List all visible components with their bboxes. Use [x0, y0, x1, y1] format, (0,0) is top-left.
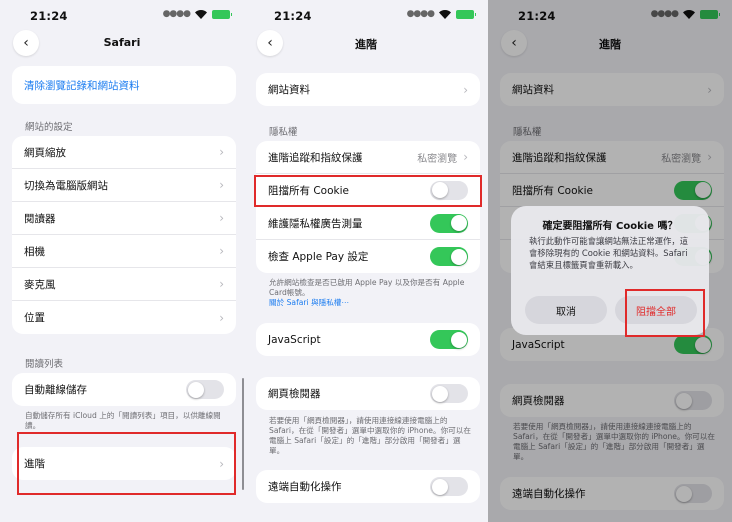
- row-label: 進階追蹤和指紋保護: [268, 151, 363, 164]
- website-setting-row[interactable]: 閱讀器 ›: [12, 202, 236, 235]
- safari-settings-screen: 21:24 ●●●● ‹ Safari 清除瀏覽記錄和網站資料 網站的設定 網頁…: [0, 0, 244, 522]
- row-label: 網頁檢閱器: [268, 388, 321, 400]
- website-setting-row[interactable]: 相機 ›: [12, 235, 236, 268]
- row-label: 網站資料: [268, 84, 310, 96]
- row-label: 切換為電腦版網站: [24, 179, 108, 192]
- page-title: Safari: [103, 36, 141, 49]
- battery-icon: [212, 9, 232, 19]
- row-label: 檢查 Apple Pay 設定: [268, 251, 369, 263]
- clear-history-card: 清除瀏覽記錄和網站資料: [12, 66, 236, 104]
- web-inspector-row: 網頁檢閱器: [256, 377, 480, 410]
- chevron-right-icon: ›: [219, 310, 224, 325]
- javascript-row: JavaScript: [256, 323, 480, 356]
- advanced-settings-screen: 21:24 ●●●● ‹ 進階 網站資料 › 隱私權 進階追蹤和指紋保護 私密瀏覽…: [244, 0, 488, 522]
- reading-list-card: 自動離線儲存: [12, 373, 236, 406]
- chevron-right-icon: ›: [219, 145, 224, 159]
- section-header-privacy: 隱私權: [269, 127, 298, 138]
- chevron-right-icon: ›: [219, 178, 224, 192]
- section-header-reading: 閱讀列表: [25, 359, 64, 370]
- web-inspector-toggle[interactable]: [430, 384, 468, 403]
- inspector-note: 若要使用「網頁檢閱器」，請使用連接線連接電腦上的 Safari，在從「開發者」選…: [269, 416, 471, 455]
- tracking-protection-row[interactable]: 進階追蹤和指紋保護 私密瀏覽 ›: [256, 141, 480, 174]
- ad-measurement-row: 維護隱私權廣告測量: [256, 207, 480, 240]
- row-label: 閱讀器: [24, 212, 56, 225]
- website-setting-row[interactable]: 網頁縮放 ›: [12, 136, 236, 169]
- clear-history-button[interactable]: 清除瀏覽記錄和網站資料: [12, 66, 236, 104]
- offline-save-row: 自動離線儲存: [12, 373, 236, 406]
- alert-message: 執行此動作可能會讓網站無法正常運作，這會移除現有的 Cookie 和網站資料。S…: [529, 236, 689, 270]
- row-label: 相機: [24, 245, 45, 258]
- row-label: 位置: [24, 312, 45, 324]
- remote-automation-card: 遠端自動化操作: [256, 470, 480, 503]
- web-inspector-card: 網頁檢閱器: [256, 377, 480, 410]
- tracking-value: 私密瀏覽: [417, 153, 458, 165]
- javascript-card: JavaScript: [256, 323, 480, 356]
- ad-measurement-toggle[interactable]: [430, 213, 468, 233]
- block-cookies-alert-screen: 21:24 ●●●● ‹ 進階 網站資料 › 隱私權 進階追蹤和指紋保護 私密瀏覽…: [488, 0, 732, 522]
- page-title: 進階: [355, 38, 377, 51]
- status-time: 21:24: [274, 9, 312, 23]
- battery-icon: [456, 9, 476, 19]
- offline-save-toggle[interactable]: [186, 380, 224, 399]
- apple-pay-row: 檢查 Apple Pay 設定: [256, 240, 480, 273]
- apple-pay-toggle[interactable]: [430, 247, 468, 266]
- chevron-right-icon: ›: [219, 244, 224, 258]
- section-header-website: 網站的設定: [25, 122, 73, 133]
- highlight-box: [625, 289, 705, 337]
- row-label: 遠端自動化操作: [268, 481, 342, 493]
- cancel-button[interactable]: 取消: [525, 296, 607, 324]
- website-setting-row[interactable]: 麥克風 ›: [12, 268, 236, 301]
- website-setting-row[interactable]: 位置 ›: [12, 301, 236, 334]
- signal-icon: ●●●●: [162, 9, 191, 19]
- row-label: 維護隱私權廣告測量: [268, 217, 363, 230]
- remote-automation-toggle[interactable]: [430, 477, 468, 496]
- row-label: 自動離線儲存: [24, 384, 87, 396]
- row-label: 麥克風: [24, 278, 56, 291]
- status-time: 21:24: [30, 9, 68, 23]
- website-data-card: 網站資料 ›: [256, 73, 480, 106]
- chevron-right-icon: ›: [463, 82, 468, 97]
- row-label: JavaScript: [268, 333, 321, 346]
- highlight-box: [17, 432, 236, 495]
- row-label: 網頁縮放: [24, 146, 66, 159]
- privacy-card: 進階追蹤和指紋保護 私密瀏覽 › 阻擋所有 Cookie 維護隱私權廣告測量 檢…: [256, 141, 480, 273]
- privacy-link[interactable]: 關於 Safari 與隱私權⋯: [269, 298, 349, 307]
- privacy-note: 允許網站檢查是否已啟用 Apple Pay 以及你是否有 Apple Card帳…: [269, 278, 475, 308]
- status-icons: ●●●●: [162, 9, 232, 19]
- wifi-icon: [195, 9, 207, 19]
- website-setting-row[interactable]: 切換為電腦版網站 ›: [12, 169, 236, 202]
- highlight-box: [254, 175, 482, 207]
- alert-title: 確定要阻擋所有 Cookie 嗎？: [542, 221, 678, 232]
- remote-automation-row: 遠端自動化操作: [256, 470, 480, 503]
- website-data-row[interactable]: 網站資料 ›: [256, 73, 480, 106]
- offline-note: 自動儲存所有 iCloud 上的「閱讀列表」項目，以供離線閱讀。: [25, 411, 221, 430]
- javascript-toggle[interactable]: [430, 330, 468, 349]
- wifi-icon: [439, 9, 451, 19]
- privacy-note-text: 允許網站檢查是否已啟用 Apple Pay 以及你是否有 Apple Card帳…: [269, 278, 465, 297]
- status-icons: ●●●●: [406, 9, 476, 19]
- chevron-right-icon: ›: [219, 277, 224, 291]
- cancel-label: 取消: [556, 306, 576, 318]
- website-settings-card: 網頁縮放 › 切換為電腦版網站 › 閱讀器 › 相機 › 麥克風 › 位置 ›: [12, 136, 236, 334]
- chevron-right-icon: ›: [219, 211, 224, 225]
- chevron-right-icon: ›: [463, 150, 468, 164]
- signal-icon: ●●●●: [406, 9, 435, 19]
- clear-history-label: 清除瀏覽記錄和網站資料: [24, 79, 140, 92]
